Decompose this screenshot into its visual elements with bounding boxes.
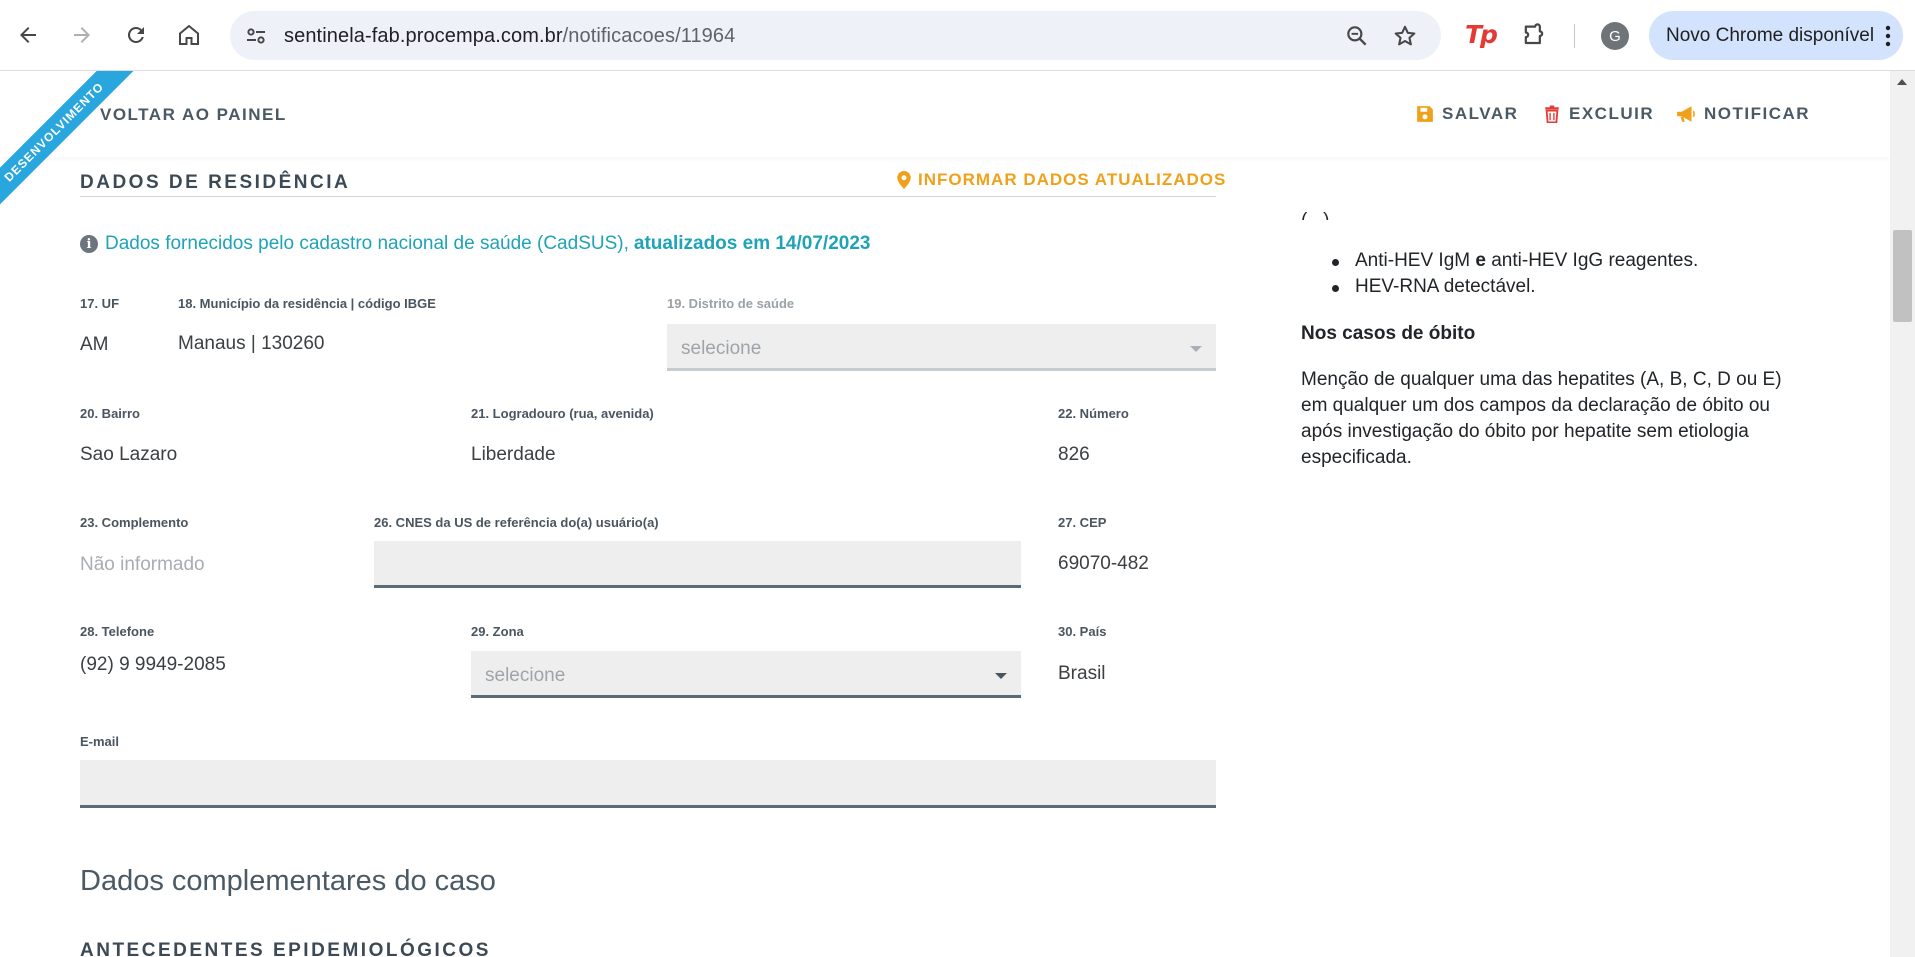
zona-select[interactable]: selecione	[471, 651, 1021, 698]
distrito-select[interactable]: selecione	[667, 324, 1216, 371]
zona-label: 29. Zona	[471, 624, 524, 639]
url-host: sentinela-fab.procempa.com.br	[284, 25, 563, 47]
inform-updated-data-link[interactable]: INFORMAR DADOS ATUALIZADOS	[897, 170, 1226, 190]
residence-section-title: DADOS DE RESIDÊNCIA	[80, 172, 351, 193]
url-text[interactable]: sentinela-fab.procempa.com.br/notificaco…	[284, 25, 735, 48]
back-to-panel-link[interactable]: VOLTAR AO PAINEL	[100, 105, 287, 125]
telefone-value: (92) 9 9949-2085	[80, 654, 226, 675]
cadsus-info-text: Dados fornecidos pelo cadastro nacional …	[105, 233, 629, 254]
chevron-down-icon	[1190, 346, 1202, 352]
delete-label: EXCLUIR	[1569, 104, 1655, 123]
url-path: /notificacoes/11964	[562, 25, 736, 47]
chrome-update-label: Novo Chrome disponível	[1666, 24, 1875, 46]
bairro-label: 20. Bairro	[80, 406, 140, 421]
complementary-heading: Dados complementares do caso	[80, 865, 496, 897]
cnes-label: 26. CNES da US de referência do(a) usuár…	[374, 515, 659, 530]
email-label: E-mail	[80, 734, 120, 749]
zoom-icon[interactable]	[1344, 23, 1370, 49]
logradouro-label: 21. Logradouro (rua, avenida)	[471, 406, 654, 421]
pais-value: Brasil	[1058, 663, 1106, 684]
notify-label: NOTIFICAR	[1704, 104, 1811, 123]
chevron-down-icon	[995, 673, 1007, 679]
tp-extension-icon[interactable]: Tp	[1465, 20, 1498, 49]
delete-button[interactable]: EXCLUIR	[1543, 104, 1654, 124]
email-input[interactable]	[80, 760, 1216, 808]
criteria-text: anti-HEV IgG reagentes.	[1485, 250, 1699, 271]
notify-button[interactable]: NOTIFICAR	[1676, 104, 1810, 124]
address-bar[interactable]: sentinela-fab.procempa.com.br/notificaco…	[230, 11, 1441, 60]
browser-toolbar: sentinela-fab.procempa.com.br/notificaco…	[0, 0, 1915, 71]
page-scrollbar[interactable]	[1890, 71, 1915, 957]
complemento-value: Não informado	[80, 554, 205, 575]
site-settings-icon[interactable]	[244, 24, 268, 48]
toolbar-divider	[1574, 24, 1575, 48]
bairro-value: Sao Lazaro	[80, 444, 178, 465]
death-cases-paragraph: Menção de qualquer uma das hepatites (A,…	[1301, 369, 1782, 468]
extensions-puzzle-icon[interactable]	[1520, 22, 1548, 50]
cep-value: 69070-482	[1058, 553, 1149, 574]
back-arrow-icon[interactable]	[8, 15, 48, 55]
uf-label: 17. UF	[80, 296, 120, 311]
cnes-input[interactable]	[374, 541, 1021, 588]
criteria-bold: e	[1475, 250, 1486, 271]
uf-value: AM	[80, 334, 109, 355]
cadsus-info-line: i Dados fornecidos pelo cadastro naciona…	[80, 233, 870, 255]
save-button[interactable]: SALVAR	[1416, 104, 1518, 124]
home-icon[interactable]	[169, 15, 209, 55]
scroll-up-arrow-icon[interactable]	[1897, 79, 1907, 85]
trash-icon	[1545, 105, 1559, 123]
zona-placeholder: selecione	[485, 665, 566, 686]
more-menu-icon[interactable]	[1885, 24, 1891, 48]
cadsus-update-date: atualizados em 14/07/2023	[633, 233, 871, 254]
death-cases-heading: Nos casos de óbito	[1301, 323, 1476, 344]
municipio-value: Manaus | 130260	[178, 333, 325, 354]
section-divider	[80, 196, 1216, 197]
numero-value: 826	[1058, 444, 1090, 465]
criteria-text: Anti-HEV IgM	[1355, 250, 1476, 271]
epidemiological-section-title: ANTECEDENTES EPIDEMIOLÓGICOS	[80, 940, 491, 957]
cep-label: 27. CEP	[1058, 515, 1107, 530]
criteria-text: HEV-RNA detectável.	[1355, 276, 1536, 297]
forward-arrow-icon[interactable]	[62, 15, 102, 55]
complemento-label: 23. Complemento	[80, 515, 189, 530]
profile-avatar[interactable]: G	[1601, 22, 1629, 50]
inform-updated-data-label: INFORMAR DADOS ATUALIZADOS	[918, 170, 1227, 189]
info-circle-icon: i	[80, 235, 98, 253]
criteria-list: Anti-HEV IgM e anti-HEV IgG reagentes. H…	[1301, 248, 1698, 300]
clipped-text-line: (...)	[1301, 208, 1330, 220]
numero-label: 22. Número	[1058, 406, 1129, 421]
logradouro-value: Liberdade	[471, 444, 556, 465]
save-label: SALVAR	[1442, 104, 1519, 123]
chrome-update-button[interactable]: Novo Chrome disponível	[1649, 11, 1903, 60]
scrollbar-thumb[interactable]	[1893, 230, 1912, 322]
list-item: Anti-HEV IgM e anti-HEV IgG reagentes.	[1301, 248, 1698, 274]
distrito-label: 19. Distrito de saúde	[667, 296, 795, 311]
map-pin-icon	[897, 171, 911, 189]
reload-icon[interactable]	[116, 15, 156, 55]
telefone-label: 28. Telefone	[80, 624, 155, 639]
distrito-placeholder: selecione	[681, 338, 762, 359]
list-item: HEV-RNA detectável.	[1301, 274, 1698, 300]
app-header: VOLTAR AO PAINEL SALVAR EXCLUIR NOTIFICA…	[0, 71, 1890, 157]
save-disk-icon	[1417, 106, 1433, 122]
municipio-label: 18. Município da residência | código IBG…	[178, 296, 436, 311]
pais-label: 30. País	[1058, 624, 1107, 639]
page-viewport: VOLTAR AO PAINEL SALVAR EXCLUIR NOTIFICA…	[0, 71, 1915, 957]
bookmark-star-icon[interactable]	[1392, 23, 1418, 49]
megaphone-icon	[1677, 106, 1695, 122]
